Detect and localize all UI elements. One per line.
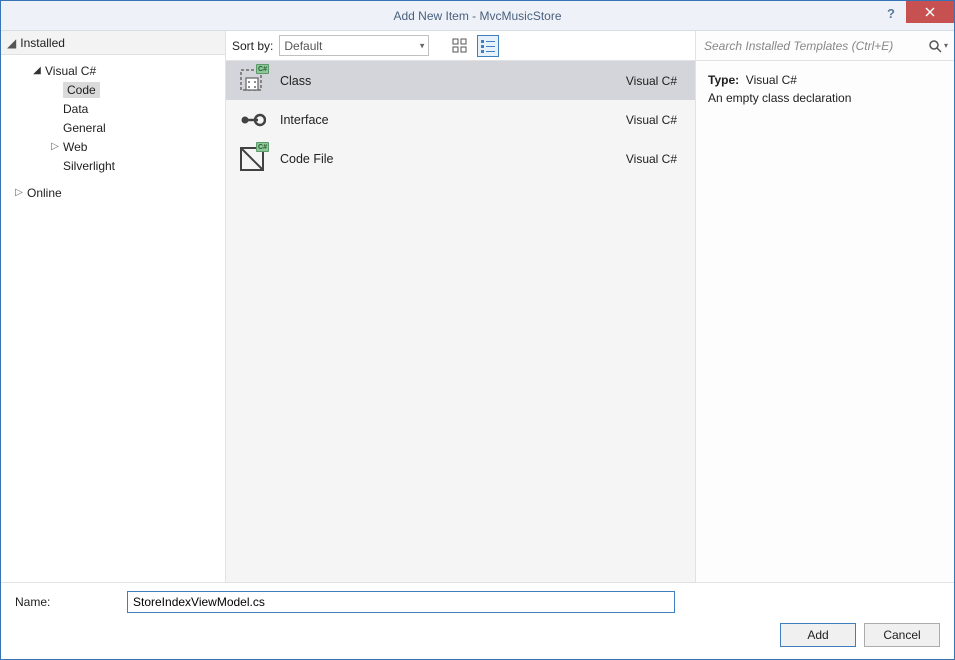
- search-button[interactable]: ▾: [928, 39, 948, 53]
- search-input[interactable]: [702, 36, 928, 56]
- titlebar-buttons: ?: [876, 1, 954, 31]
- template-name: Interface: [280, 113, 626, 127]
- close-icon: [925, 7, 935, 17]
- bottom-panel: Name: Add Cancel: [1, 582, 954, 659]
- type-label: Type:: [708, 73, 739, 87]
- code-file-icon: C#: [238, 145, 266, 173]
- template-lang: Visual C#: [626, 74, 683, 88]
- search-row: ▾: [696, 31, 954, 61]
- template-row-code-file[interactable]: C# Code File Visual C#: [226, 139, 695, 178]
- template-name: Class: [280, 74, 626, 88]
- csharp-badge: C#: [256, 64, 269, 74]
- name-label: Name:: [15, 595, 127, 609]
- content: ◢ Installed ◢ Visual C# Code Data: [1, 31, 954, 582]
- help-button[interactable]: ?: [876, 1, 906, 25]
- search-icon: [928, 39, 942, 53]
- class-icon: C#: [238, 67, 266, 95]
- tree-label: Web: [63, 140, 87, 154]
- tree-pane: ◢ Installed ◢ Visual C# Code Data: [1, 31, 226, 582]
- add-new-item-dialog: Add New Item - MvcMusicStore ? ◢ Install…: [0, 0, 955, 660]
- center-pane: Sort by: Default ▾: [226, 31, 696, 582]
- template-lang: Visual C#: [626, 113, 683, 127]
- description: Type: Visual C# An empty class declarati…: [696, 61, 954, 117]
- tree-label: Visual C#: [45, 64, 96, 78]
- expand-icon: ▷: [49, 141, 61, 152]
- template-list: C# Class Visual C# Interface Visual C: [226, 61, 695, 582]
- list-icon: [480, 38, 496, 54]
- add-button[interactable]: Add: [780, 623, 856, 647]
- dialog-title: Add New Item - MvcMusicStore: [1, 9, 954, 23]
- cancel-button[interactable]: Cancel: [864, 623, 940, 647]
- grid-icon: [452, 38, 468, 54]
- template-row-class[interactable]: C# Class Visual C#: [226, 61, 695, 100]
- view-medium-icons-button[interactable]: [449, 35, 471, 57]
- expand-icon: ◢: [31, 65, 43, 76]
- tree-item-web[interactable]: ▷ Web: [1, 137, 225, 156]
- collapse-icon: ◢: [7, 36, 16, 50]
- sort-value: Default: [284, 39, 322, 53]
- template-row-interface[interactable]: Interface Visual C#: [226, 100, 695, 139]
- chevron-down-icon: ▾: [420, 40, 425, 51]
- tree-item-visual-csharp[interactable]: ◢ Visual C#: [1, 61, 225, 80]
- tree-header-label: Installed: [20, 36, 65, 50]
- view-details-button[interactable]: [477, 35, 499, 57]
- help-icon: ?: [887, 7, 895, 20]
- tree-label: Online: [27, 186, 62, 200]
- tree-item-general[interactable]: General: [1, 118, 225, 137]
- tree-header-installed[interactable]: ◢ Installed: [1, 31, 225, 55]
- tree-label: General: [63, 121, 106, 135]
- titlebar: Add New Item - MvcMusicStore ?: [1, 1, 954, 31]
- csharp-badge: C#: [256, 142, 269, 152]
- tree-label: Data: [63, 102, 88, 116]
- tree-body: ◢ Visual C# Code Data General ▷ Web: [1, 55, 225, 582]
- type-value: Visual C#: [746, 73, 797, 87]
- chevron-down-icon: ▾: [944, 41, 948, 50]
- template-name: Code File: [280, 152, 626, 166]
- tree-item-online[interactable]: ▷ Online: [1, 183, 225, 202]
- expand-icon: ▷: [13, 187, 25, 198]
- interface-icon: [238, 106, 266, 134]
- close-button[interactable]: [906, 1, 954, 23]
- toolbar: Sort by: Default ▾: [226, 31, 695, 61]
- template-lang: Visual C#: [626, 152, 683, 166]
- right-pane: ▾ Type: Visual C# An empty class declara…: [696, 31, 954, 582]
- tree-item-data[interactable]: Data: [1, 99, 225, 118]
- name-row: Name:: [1, 583, 954, 617]
- sort-dropdown[interactable]: Default ▾: [279, 35, 429, 56]
- button-row: Add Cancel: [1, 617, 954, 659]
- sort-label: Sort by:: [232, 39, 273, 53]
- name-input[interactable]: [127, 591, 675, 613]
- tree-label: Code: [63, 82, 100, 98]
- tree-item-silverlight[interactable]: Silverlight: [1, 156, 225, 175]
- tree-item-code[interactable]: Code: [1, 80, 225, 99]
- tree-label: Silverlight: [63, 159, 115, 173]
- description-text: An empty class declaration: [708, 89, 942, 107]
